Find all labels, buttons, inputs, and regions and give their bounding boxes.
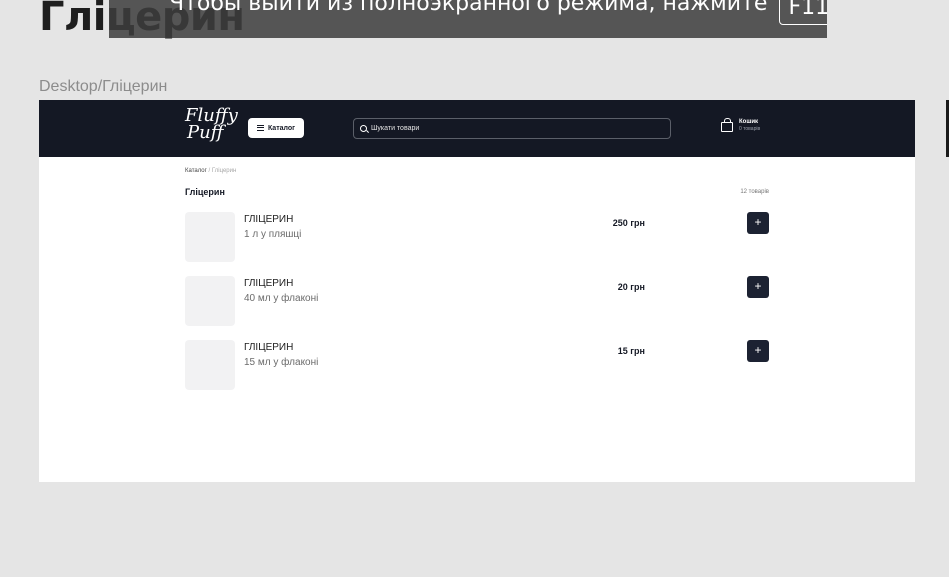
breadcrumb-separator: / — [208, 168, 211, 174]
breadcrumb: Каталог / Гліцерин — [185, 168, 236, 174]
product-count: 12 товарів — [740, 189, 769, 195]
product-name[interactable]: ГЛІЦЕРИН — [244, 342, 293, 353]
cart-count: 0 товарів — [739, 125, 761, 132]
site-logo[interactable]: Fluffy Puff — [185, 107, 238, 151]
product-variant: 1 л у пляшці — [244, 229, 302, 240]
shopping-bag-icon — [721, 118, 733, 132]
product-item[interactable]: ГЛІЦЕРИН 1 л у пляшці 250 грн + — [185, 212, 769, 262]
category-title: Гліцерин — [185, 187, 225, 197]
add-to-cart-button[interactable]: + — [747, 276, 769, 298]
product-image[interactable] — [185, 276, 235, 326]
breadcrumb-root[interactable]: Каталог — [185, 168, 207, 174]
menu-icon — [256, 125, 264, 131]
product-image[interactable] — [185, 340, 235, 390]
fullscreen-exit-notice: Чтобы выйти из полноэкранного режима, на… — [109, 0, 827, 38]
product-name[interactable]: ГЛІЦЕРИН — [244, 214, 293, 225]
desktop-frame: Fluffy Puff Каталог Кошик 0 товарів Ката… — [39, 100, 915, 482]
fullscreen-key-hint: F11 — [779, 0, 827, 25]
logo-line-2: Puff — [187, 122, 224, 143]
product-item[interactable]: ГЛІЦЕРИН 40 мл у флаконі 20 грн + — [185, 276, 769, 326]
search-icon — [360, 125, 367, 132]
product-variant: 15 мл у флаконі — [244, 357, 319, 368]
breadcrumb-current: Гліцерин — [211, 168, 237, 174]
frame-label[interactable]: Desktop/Гліцерин — [39, 78, 167, 96]
catalog-button[interactable]: Каталог — [248, 118, 304, 138]
product-image[interactable] — [185, 212, 235, 262]
product-name[interactable]: ГЛІЦЕРИН — [244, 278, 293, 289]
fullscreen-notice-text: Чтобы выйти из полноэкранного режима, на… — [169, 0, 768, 16]
product-price: 250 грн — [612, 218, 645, 228]
product-price: 15 грн — [617, 346, 645, 356]
add-to-cart-button[interactable]: + — [747, 212, 769, 234]
site-header: Fluffy Puff Каталог Кошик 0 товарів — [39, 100, 915, 157]
cart-label: Кошик — [739, 118, 759, 125]
cart-info: Кошик 0 товарів — [739, 119, 760, 132]
cart-button[interactable]: Кошик 0 товарів — [721, 118, 760, 132]
catalog-button-label: Каталог — [267, 124, 296, 132]
add-to-cart-button[interactable]: + — [747, 340, 769, 362]
search-bar[interactable] — [353, 118, 671, 139]
search-input[interactable] — [371, 125, 661, 132]
product-variant: 40 мл у флаконі — [244, 293, 319, 304]
product-item[interactable]: ГЛІЦЕРИН 15 мл у флаконі 15 грн + — [185, 340, 769, 390]
product-price: 20 грн — [617, 282, 645, 292]
